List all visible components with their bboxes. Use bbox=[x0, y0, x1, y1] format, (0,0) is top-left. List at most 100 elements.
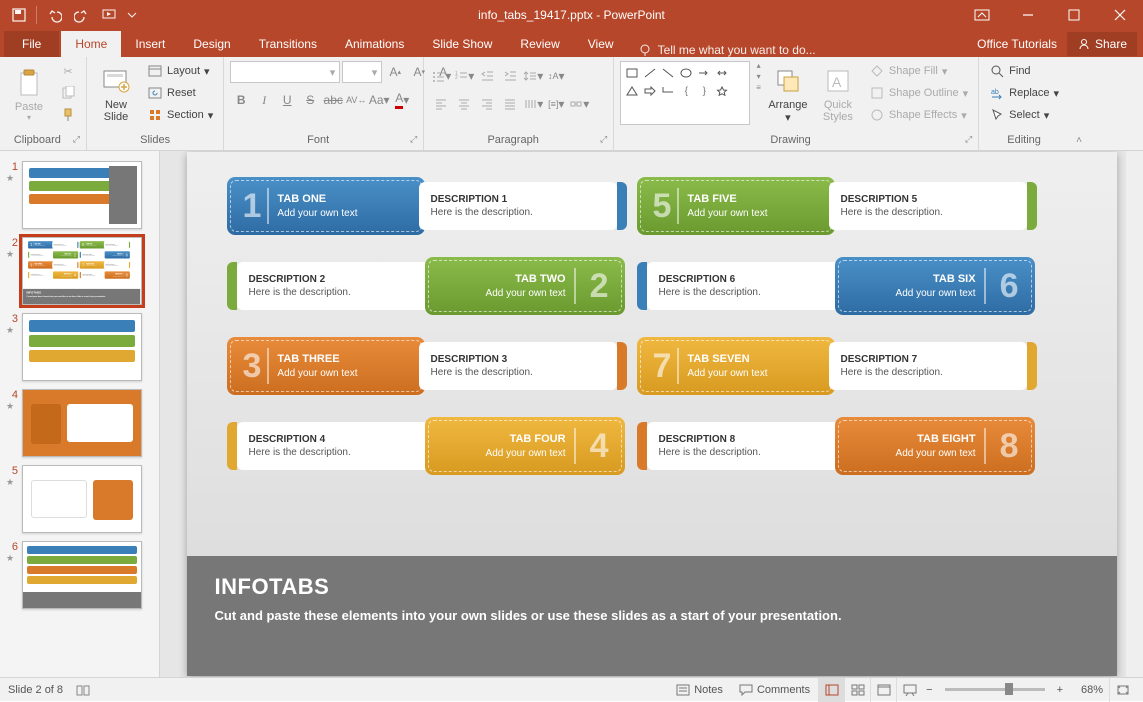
layout-button[interactable]: Layout ▾ bbox=[143, 61, 217, 81]
description-card[interactable]: DESCRIPTION 7Here is the description. bbox=[104, 262, 129, 268]
infotab-shape[interactable]: 7 TAB SEVENAdd your own text DESCRIPTION… bbox=[80, 261, 130, 268]
tab-pill[interactable]: TAB EIGHTAdd your own text 8 bbox=[835, 417, 1035, 475]
section-button[interactable]: Section ▾ bbox=[143, 105, 217, 125]
bullets-button[interactable]: ▾ bbox=[430, 65, 452, 87]
format-painter-button[interactable] bbox=[56, 105, 80, 125]
infotab-shape[interactable]: DESCRIPTION 4Here is the description. TA… bbox=[28, 271, 78, 278]
description-card[interactable]: DESCRIPTION 7Here is the description. bbox=[829, 342, 1027, 390]
paste-button[interactable]: Paste ▾ bbox=[6, 61, 52, 127]
slide-footer[interactable]: INFOTABSCut and paste these elements int… bbox=[23, 289, 140, 304]
tab-pill[interactable]: TAB FOURAdd your own text 4 bbox=[425, 417, 625, 475]
decrease-indent-button[interactable] bbox=[476, 65, 498, 87]
thumbnail-4[interactable]: 4★ bbox=[0, 385, 159, 461]
tab-insert[interactable]: Insert bbox=[121, 31, 179, 57]
strikethrough-button[interactable]: abc bbox=[322, 89, 344, 111]
description-card[interactable]: DESCRIPTION 6Here is the description. bbox=[81, 252, 106, 258]
description-card[interactable]: DESCRIPTION 5Here is the description. bbox=[104, 242, 129, 248]
thumbnail-2[interactable]: 2★ 1 TAB ONEAdd your own text DESCRIPTIO… bbox=[0, 233, 159, 309]
drawing-launcher[interactable]: ⤢ bbox=[961, 134, 972, 145]
infotab-shape[interactable]: DESCRIPTION 2Here is the description. TA… bbox=[227, 257, 627, 315]
text-direction-button[interactable]: ↕A▾ bbox=[545, 65, 567, 87]
zoom-out-button[interactable]: − bbox=[922, 678, 936, 702]
maximize-button[interactable] bbox=[1051, 0, 1097, 30]
tab-pill[interactable]: 3 TAB THREEAdd your own text bbox=[227, 337, 425, 395]
underline-button[interactable]: U bbox=[276, 89, 298, 111]
tab-view[interactable]: View bbox=[574, 31, 628, 57]
description-card[interactable]: DESCRIPTION 2Here is the description. bbox=[29, 252, 54, 258]
change-case-button[interactable]: Aa▾ bbox=[368, 89, 390, 111]
start-slideshow-button[interactable] bbox=[97, 2, 123, 28]
infotab-shape[interactable]: 3 TAB THREEAdd your own text DESCRIPTION… bbox=[227, 337, 627, 395]
vertical-scrollbar[interactable] bbox=[1126, 151, 1143, 677]
tab-slideshow[interactable]: Slide Show bbox=[418, 31, 506, 57]
tab-pill[interactable]: 1 TAB ONEAdd your own text bbox=[227, 177, 425, 235]
tab-animations[interactable]: Animations bbox=[331, 31, 418, 57]
infotab-shape[interactable]: 1 TAB ONEAdd your own text DESCRIPTION 1… bbox=[227, 177, 627, 235]
align-text-button[interactable]: [≡]▾ bbox=[545, 93, 567, 115]
description-card[interactable]: DESCRIPTION 1Here is the description. bbox=[419, 182, 617, 230]
undo-button[interactable] bbox=[41, 2, 67, 28]
infotab-shape[interactable]: DESCRIPTION 4Here is the description. TA… bbox=[227, 417, 627, 475]
tab-pill[interactable]: 1 TAB ONEAdd your own text bbox=[28, 241, 53, 248]
bold-button[interactable]: B bbox=[230, 89, 252, 111]
sorter-view-button[interactable] bbox=[844, 678, 870, 702]
redo-button[interactable] bbox=[69, 2, 95, 28]
tab-home[interactable]: Home bbox=[61, 31, 121, 57]
infotab-shape[interactable]: DESCRIPTION 6Here is the description. TA… bbox=[637, 257, 1037, 315]
infotab-shape[interactable]: 5 TAB FIVEAdd your own text DESCRIPTION … bbox=[80, 241, 130, 248]
shape-effects-button[interactable]: Shape Effects ▾ bbox=[865, 105, 972, 125]
tab-pill[interactable]: 7 TAB SEVENAdd your own text bbox=[637, 337, 835, 395]
zoom-in-button[interactable]: + bbox=[1053, 678, 1067, 702]
tab-file[interactable]: File bbox=[4, 31, 59, 57]
close-button[interactable] bbox=[1097, 0, 1143, 30]
paragraph-launcher[interactable]: ⤢ bbox=[596, 134, 607, 145]
spellcheck-button[interactable] bbox=[75, 682, 91, 698]
thumbnail-3[interactable]: 3★ bbox=[0, 309, 159, 385]
font-color-button[interactable]: A▾ bbox=[391, 89, 413, 111]
italic-button[interactable]: I bbox=[253, 89, 275, 111]
new-slide-button[interactable]: New Slide bbox=[93, 61, 139, 127]
slide-counter[interactable]: Slide 2 of 8 bbox=[8, 684, 75, 696]
share-button[interactable]: Share bbox=[1067, 32, 1137, 56]
zoom-slider-thumb[interactable] bbox=[1005, 683, 1013, 695]
font-size-combo[interactable]: ▾ bbox=[342, 61, 382, 83]
reading-view-button[interactable] bbox=[870, 678, 896, 702]
increase-indent-button[interactable] bbox=[499, 65, 521, 87]
align-right-button[interactable] bbox=[476, 93, 498, 115]
slide-canvas[interactable]: 1 TAB ONEAdd your own text DESCRIPTION 1… bbox=[187, 152, 1117, 676]
description-card[interactable]: DESCRIPTION 3Here is the description. bbox=[419, 342, 617, 390]
replace-button[interactable]: abReplace ▾ bbox=[985, 83, 1063, 103]
smartart-button[interactable]: ▾ bbox=[568, 93, 590, 115]
description-card[interactable]: DESCRIPTION 4Here is the description. bbox=[237, 422, 437, 470]
shadow-button[interactable]: S bbox=[299, 89, 321, 111]
description-card[interactable]: DESCRIPTION 1Here is the description. bbox=[52, 242, 77, 248]
tab-pill[interactable]: TAB EIGHTAdd your own text 8 bbox=[105, 271, 130, 278]
copy-button[interactable] bbox=[56, 83, 80, 103]
char-spacing-button[interactable]: AV↔ bbox=[345, 89, 367, 111]
line-spacing-button[interactable]: ▾ bbox=[522, 65, 544, 87]
description-card[interactable]: DESCRIPTION 4Here is the description. bbox=[29, 272, 54, 278]
font-family-combo[interactable]: ▾ bbox=[230, 61, 340, 83]
slide-footer[interactable]: INFOTABSCut and paste these elements int… bbox=[187, 556, 1117, 676]
qat-customize-button[interactable] bbox=[125, 2, 139, 28]
infotab-shape[interactable]: 5 TAB FIVEAdd your own text DESCRIPTION … bbox=[637, 177, 1037, 235]
slideshow-view-button[interactable] bbox=[896, 678, 922, 702]
description-card[interactable]: DESCRIPTION 3Here is the description. bbox=[52, 262, 77, 268]
description-card[interactable]: DESCRIPTION 8Here is the description. bbox=[81, 272, 106, 278]
infotab-shape[interactable]: DESCRIPTION 6Here is the description. TA… bbox=[80, 251, 130, 258]
select-button[interactable]: Select ▾ bbox=[985, 105, 1063, 125]
increase-font-button[interactable]: A▴ bbox=[384, 61, 406, 83]
columns-button[interactable]: ▾ bbox=[522, 93, 544, 115]
normal-view-button[interactable] bbox=[818, 678, 844, 702]
tab-pill[interactable]: 3 TAB THREEAdd your own text bbox=[28, 261, 53, 268]
infotab-shape[interactable]: DESCRIPTION 8Here is the description. TA… bbox=[637, 417, 1037, 475]
collapse-ribbon-button[interactable]: ˄ bbox=[1076, 135, 1082, 146]
tab-pill[interactable]: 5 TAB FIVEAdd your own text bbox=[80, 241, 105, 248]
comments-button[interactable]: Comments bbox=[731, 678, 818, 702]
tab-design[interactable]: Design bbox=[179, 31, 244, 57]
justify-button[interactable] bbox=[499, 93, 521, 115]
slide-thumbnails-panel[interactable]: 1★ 2★ 1 TAB ONEAdd your own text DESCRIP… bbox=[0, 151, 160, 677]
description-card[interactable]: DESCRIPTION 8Here is the description. bbox=[647, 422, 847, 470]
tab-pill[interactable]: TAB FOURAdd your own text 4 bbox=[53, 271, 78, 278]
clipboard-launcher[interactable]: ⤢ bbox=[69, 134, 80, 145]
